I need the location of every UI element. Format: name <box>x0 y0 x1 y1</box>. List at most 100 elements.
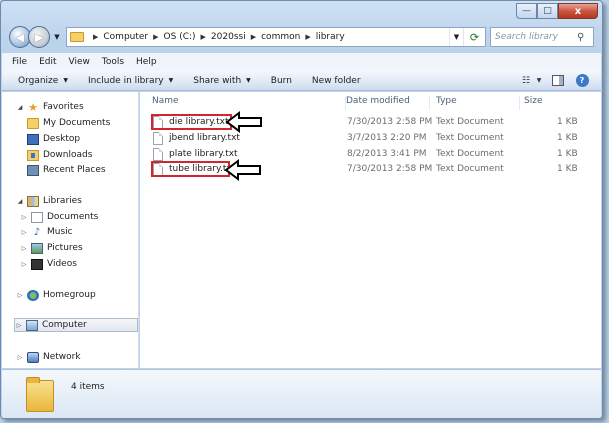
music-icon: ♪ <box>33 226 41 238</box>
tree-desktop[interactable]: Desktop <box>24 132 80 146</box>
tree-label: Desktop <box>43 134 81 144</box>
refresh-icon[interactable]: ⟳ <box>463 28 485 46</box>
menu-help[interactable]: Help <box>136 57 157 67</box>
tree-favorites[interactable]: ◢ ★ Favorites <box>16 100 84 114</box>
menu-file[interactable]: File <box>12 57 27 67</box>
collapsed-icon[interactable]: ▷ <box>16 292 24 299</box>
file-type: Text Document <box>436 149 504 159</box>
tree-label: My Documents <box>43 118 111 128</box>
highlight-box-die <box>151 114 232 130</box>
minimize-button[interactable]: — <box>516 3 537 19</box>
tree-music[interactable]: ▷ ♪ Music <box>20 225 73 239</box>
collapsed-icon[interactable]: ▷ <box>20 214 28 221</box>
star-icon: ★ <box>28 100 38 114</box>
help-button[interactable]: ? <box>573 74 591 88</box>
new-folder-label: New folder <box>311 75 361 86</box>
text-file-icon <box>153 132 163 145</box>
chevron-down-icon: ▼ <box>246 77 251 84</box>
magnifier-icon[interactable]: ⚲ <box>577 32 593 43</box>
new-folder-button[interactable]: New folder <box>312 76 361 86</box>
tree-label: Homegroup <box>43 290 96 300</box>
preview-pane-icon <box>552 75 564 86</box>
collapsed-icon[interactable]: ▷ <box>20 245 28 252</box>
chevron-right-icon[interactable]: ▶ <box>201 33 206 41</box>
folder-icon <box>27 117 39 129</box>
file-type: Text Document <box>436 164 504 174</box>
preview-pane-button[interactable] <box>549 74 567 88</box>
burn-button[interactable]: Burn <box>271 76 292 86</box>
view-options-icon[interactable]: ☷ <box>517 74 535 88</box>
address-dropdown-icon[interactable]: ▼ <box>449 28 463 46</box>
include-in-library-button[interactable]: Include in library ▼ <box>88 76 173 86</box>
expand-icon[interactable]: ◢ <box>16 104 24 111</box>
homegroup-icon <box>27 289 39 301</box>
breadcrumb-2020ssi[interactable]: 2020ssi <box>211 32 246 42</box>
forward-button[interactable]: ▶ <box>28 26 50 48</box>
collapsed-icon[interactable]: ▷ <box>16 354 24 361</box>
file-size: 1 KB <box>557 117 578 127</box>
breadcrumb-common[interactable]: common <box>261 32 300 42</box>
downloads-icon <box>27 149 39 161</box>
breadcrumb: ▶ Computer ▶ OS (C:) ▶ 2020ssi ▶ common … <box>88 32 345 42</box>
arrow-left-icon <box>224 159 261 181</box>
file-name: jbend library.txt <box>169 133 240 143</box>
expand-icon[interactable]: ◢ <box>16 198 24 205</box>
tree-recent-places[interactable]: Recent Places <box>24 163 106 177</box>
organize-button[interactable]: Organize ▼ <box>18 76 68 86</box>
tree-downloads[interactable]: Downloads <box>24 148 92 162</box>
close-button[interactable]: x <box>558 3 598 19</box>
tree-label: Network <box>43 352 81 362</box>
tree-pictures[interactable]: ▷ Pictures <box>20 241 83 255</box>
file-date: 3/7/2013 2:20 PM <box>347 133 427 143</box>
maximize-button[interactable]: □ <box>537 3 558 19</box>
tree-label: Pictures <box>47 243 83 253</box>
menu-edit[interactable]: Edit <box>39 57 56 67</box>
collapsed-icon[interactable]: ▷ <box>15 322 23 329</box>
collapsed-icon[interactable]: ▷ <box>20 261 28 268</box>
burn-label: Burn <box>270 75 292 86</box>
navigation-pane: ◢ ★ Favorites My Documents Desktop Downl… <box>2 92 139 368</box>
tree-homegroup[interactable]: ▷ Homegroup <box>16 288 96 302</box>
share-with-button[interactable]: Share with ▼ <box>193 76 251 86</box>
column-header-size[interactable]: Size <box>518 96 578 110</box>
chevron-right-icon[interactable]: ▶ <box>153 33 158 41</box>
breadcrumb-library[interactable]: library <box>316 32 345 42</box>
pictures-icon <box>31 242 43 254</box>
recent-pages-dropdown-icon[interactable]: ▼ <box>52 33 62 41</box>
tree-network[interactable]: ▷ Network <box>16 350 81 364</box>
address-bar[interactable]: ▶ Computer ▶ OS (C:) ▶ 2020ssi ▶ common … <box>66 27 486 47</box>
menu-view[interactable]: View <box>69 57 90 67</box>
explorer-window: — □ x ◀ ▶ ▼ ▶ Computer ▶ OS (C:) ▶ 2020s… <box>0 0 603 419</box>
view-dropdown-icon[interactable]: ▼ <box>535 74 543 88</box>
chevron-down-icon: ▼ <box>63 77 68 84</box>
chevron-right-icon[interactable]: ▶ <box>305 33 310 41</box>
organize-label: Organize <box>18 75 59 86</box>
videos-icon <box>31 258 43 270</box>
file-type: Text Document <box>436 133 504 143</box>
search-placeholder: Search library <box>495 32 558 42</box>
tree-libraries[interactable]: ◢ Libraries <box>16 194 82 208</box>
file-row[interactable]: jbend library.txt 3/7/2013 2:20 PM Text … <box>140 132 601 147</box>
menu-tools[interactable]: Tools <box>102 57 124 67</box>
highlight-box-tube <box>151 161 230 177</box>
tree-documents[interactable]: ▷ Documents <box>20 210 98 224</box>
recent-places-icon <box>27 164 39 176</box>
column-header-name[interactable]: Name <box>146 96 346 110</box>
details-pane: 4 items <box>2 369 601 418</box>
breadcrumb-computer[interactable]: Computer <box>103 32 148 42</box>
tree-videos[interactable]: ▷ Videos <box>20 257 77 271</box>
tree-my-documents[interactable]: My Documents <box>24 116 110 130</box>
column-header-date-modified[interactable]: Date modified <box>340 96 430 110</box>
breadcrumb-os-drive[interactable]: OS (C:) <box>164 32 196 42</box>
chevron-right-icon[interactable]: ▶ <box>251 33 256 41</box>
file-size: 1 KB <box>557 164 578 174</box>
tree-label: Libraries <box>43 196 82 206</box>
chevron-right-icon[interactable]: ▶ <box>93 33 98 41</box>
file-size: 1 KB <box>557 149 578 159</box>
collapsed-icon[interactable]: ▷ <box>20 229 28 236</box>
chevron-down-icon: ▼ <box>168 77 174 84</box>
command-bar: Organize ▼ Include in library ▼ Share wi… <box>2 71 601 91</box>
column-header-type[interactable]: Type <box>430 96 520 110</box>
tree-computer[interactable]: ▷ Computer <box>14 318 138 332</box>
search-input[interactable]: Search library ⚲ <box>490 27 594 47</box>
